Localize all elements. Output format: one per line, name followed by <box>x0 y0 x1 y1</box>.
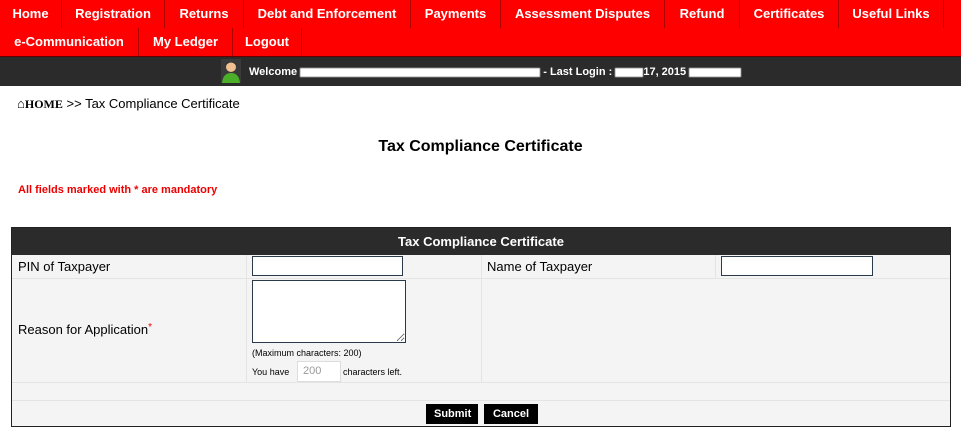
last-login-label: - Last Login : <box>543 66 613 78</box>
nav-useful-links[interactable]: Useful Links <box>839 0 944 28</box>
nav-my-ledger[interactable]: My Ledger <box>139 28 233 56</box>
required-mark: * <box>148 322 152 333</box>
breadcrumb-current: Tax Compliance Certificate <box>85 96 240 111</box>
welcome-bar: Welcome - Last Login : 17, 2015 <box>0 56 961 86</box>
mandatory-note: All fields marked with * are mandatory <box>18 184 218 196</box>
pin-input[interactable] <box>252 256 403 276</box>
nav-debt-enforcement[interactable]: Debt and Enforcement <box>244 0 411 28</box>
main-nav-row2: e-Communication My Ledger Logout <box>0 28 961 56</box>
reason-textarea[interactable] <box>252 280 406 343</box>
reason-label: Reason for Application* <box>18 322 152 337</box>
redacted-time <box>689 67 742 77</box>
page-title: Tax Compliance Certificate <box>378 138 583 155</box>
last-login-date: 17, 2015 <box>643 66 687 78</box>
nav-registration[interactable]: Registration <box>62 0 165 28</box>
submit-button[interactable]: Submit <box>426 404 478 424</box>
nav-returns[interactable]: Returns <box>165 0 244 28</box>
nav-refund[interactable]: Refund <box>665 0 740 28</box>
breadcrumb-separator: >> <box>66 96 82 111</box>
nav-payments[interactable]: Payments <box>411 0 501 28</box>
chars-left-label: characters left. <box>343 367 403 377</box>
main-nav-row1: Home Registration Returns Debt and Enfor… <box>0 0 961 28</box>
welcome-label: Welcome <box>249 66 298 78</box>
name-input[interactable] <box>721 256 873 276</box>
nav-home[interactable]: Home <box>0 0 62 28</box>
redacted-username <box>300 67 541 77</box>
chars-remaining-field: 200 <box>297 361 341 382</box>
name-label: Name of Taxpayer <box>487 259 593 274</box>
certificate-form: Tax Compliance Certificate PIN of Taxpay… <box>11 227 951 427</box>
breadcrumb: ⌂HOME >> Tax Compliance Certificate <box>17 96 240 112</box>
pin-label: PIN of Taxpayer <box>18 259 111 274</box>
breadcrumb-home[interactable]: HOME <box>25 97 63 111</box>
cancel-button[interactable]: Cancel <box>484 404 538 424</box>
form-header: Tax Compliance Certificate <box>12 228 950 255</box>
nav-certificates[interactable]: Certificates <box>740 0 839 28</box>
nav-e-communication[interactable]: e-Communication <box>0 28 139 56</box>
redacted-date <box>615 67 644 77</box>
user-avatar-icon <box>221 59 241 83</box>
home-icon: ⌂ <box>17 96 25 111</box>
redacted-pin <box>257 261 317 271</box>
nav-logout[interactable]: Logout <box>233 28 302 56</box>
max-chars-note: (Maximum characters: 200) <box>252 348 362 358</box>
nav-assessment-disputes[interactable]: Assessment Disputes <box>501 0 665 28</box>
you-have-label: You have <box>252 367 290 377</box>
